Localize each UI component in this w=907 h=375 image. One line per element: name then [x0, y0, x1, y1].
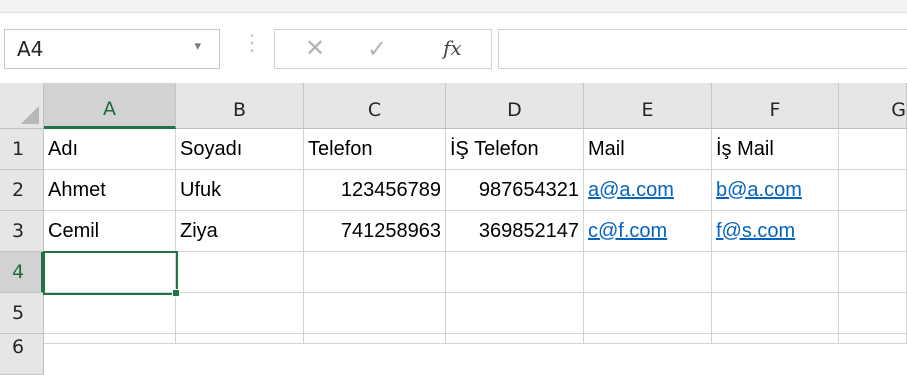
- cell-e5[interactable]: [584, 293, 712, 334]
- cell-c1[interactable]: Telefon: [304, 129, 446, 170]
- select-all-button[interactable]: [0, 83, 44, 129]
- column-header-a[interactable]: A: [44, 83, 176, 129]
- cell-f3[interactable]: f@s.com: [712, 211, 839, 252]
- cell-a6[interactable]: [44, 334, 176, 344]
- row-header-4[interactable]: 4: [0, 252, 44, 293]
- cell-a2[interactable]: Ahmet: [44, 170, 176, 211]
- formula-buttons: ✕ ✓ fx: [274, 29, 492, 69]
- cell-e1[interactable]: Mail: [584, 129, 712, 170]
- cell-a1[interactable]: Adı: [44, 129, 176, 170]
- column-header-f[interactable]: F: [712, 83, 839, 129]
- cell-g6[interactable]: [839, 334, 907, 344]
- row-header-2[interactable]: 2: [0, 170, 44, 211]
- cell-e3[interactable]: c@f.com: [584, 211, 712, 252]
- column-header-c[interactable]: C: [304, 83, 446, 129]
- spreadsheet-grid: A B C D E F G 1 2 3 4 5 6 Adı Soyadı Tel…: [0, 83, 907, 375]
- column-header-b[interactable]: B: [176, 83, 304, 129]
- cell-d3[interactable]: 369852147: [446, 211, 584, 252]
- cell-a4[interactable]: [44, 252, 176, 293]
- column-header-g[interactable]: G: [839, 83, 907, 129]
- ribbon-edge: [0, 0, 907, 13]
- insert-function-icon[interactable]: fx: [443, 36, 462, 60]
- cell-e6[interactable]: [584, 334, 712, 344]
- hyperlink[interactable]: c@f.com: [588, 220, 667, 243]
- cell-g2[interactable]: [839, 170, 907, 211]
- cell-f4[interactable]: [712, 252, 839, 293]
- cell-b3[interactable]: Ziya: [176, 211, 304, 252]
- cell-f5[interactable]: [712, 293, 839, 334]
- formula-input[interactable]: [498, 29, 907, 69]
- cell-d2[interactable]: 987654321: [446, 170, 584, 211]
- column-header-d[interactable]: D: [446, 83, 584, 129]
- cell-f1[interactable]: İş Mail: [712, 129, 839, 170]
- row-header-3[interactable]: 3: [0, 211, 44, 252]
- formula-bar: A4 ▾ ⋮ ✕ ✓ fx: [0, 13, 907, 75]
- hyperlink[interactable]: a@a.com: [588, 179, 674, 202]
- grip-icon[interactable]: ⋮: [241, 31, 263, 56]
- row-header-1[interactable]: 1: [0, 129, 44, 170]
- cell-g3[interactable]: [839, 211, 907, 252]
- enter-icon[interactable]: ✓: [367, 35, 387, 63]
- cell-c3[interactable]: 741258963: [304, 211, 446, 252]
- cell-c6[interactable]: [304, 334, 446, 344]
- cancel-icon[interactable]: ✕: [305, 34, 325, 62]
- cell-d4[interactable]: [446, 252, 584, 293]
- name-box[interactable]: A4 ▾: [4, 29, 220, 69]
- hyperlink[interactable]: b@a.com: [716, 179, 802, 202]
- cell-b6[interactable]: [176, 334, 304, 344]
- cell-b1[interactable]: Soyadı: [176, 129, 304, 170]
- cell-d6[interactable]: [446, 334, 584, 344]
- select-all-icon: [21, 106, 39, 124]
- cell-d1[interactable]: İŞ Telefon: [446, 129, 584, 170]
- cell-a3[interactable]: Cemil: [44, 211, 176, 252]
- cell-c2[interactable]: 123456789: [304, 170, 446, 211]
- column-header-e[interactable]: E: [584, 83, 712, 129]
- cell-g5[interactable]: [839, 293, 907, 334]
- hyperlink[interactable]: f@s.com: [716, 220, 795, 243]
- cell-g4[interactable]: [839, 252, 907, 293]
- cell-g1[interactable]: [839, 129, 907, 170]
- cell-a5[interactable]: [44, 293, 176, 334]
- cell-b2[interactable]: Ufuk: [176, 170, 304, 211]
- row-header-5[interactable]: 5: [0, 293, 44, 334]
- cell-c4[interactable]: [304, 252, 446, 293]
- cell-e4[interactable]: [584, 252, 712, 293]
- row-header-6[interactable]: 6: [0, 334, 44, 375]
- cell-f2[interactable]: b@a.com: [712, 170, 839, 211]
- chevron-down-icon[interactable]: ▾: [194, 39, 201, 54]
- cell-d5[interactable]: [446, 293, 584, 334]
- cell-f6[interactable]: [712, 334, 839, 344]
- cell-c5[interactable]: [304, 293, 446, 334]
- cell-b4[interactable]: [176, 252, 304, 293]
- name-box-value[interactable]: A4: [17, 37, 43, 61]
- cell-e2[interactable]: a@a.com: [584, 170, 712, 211]
- cell-b5[interactable]: [176, 293, 304, 334]
